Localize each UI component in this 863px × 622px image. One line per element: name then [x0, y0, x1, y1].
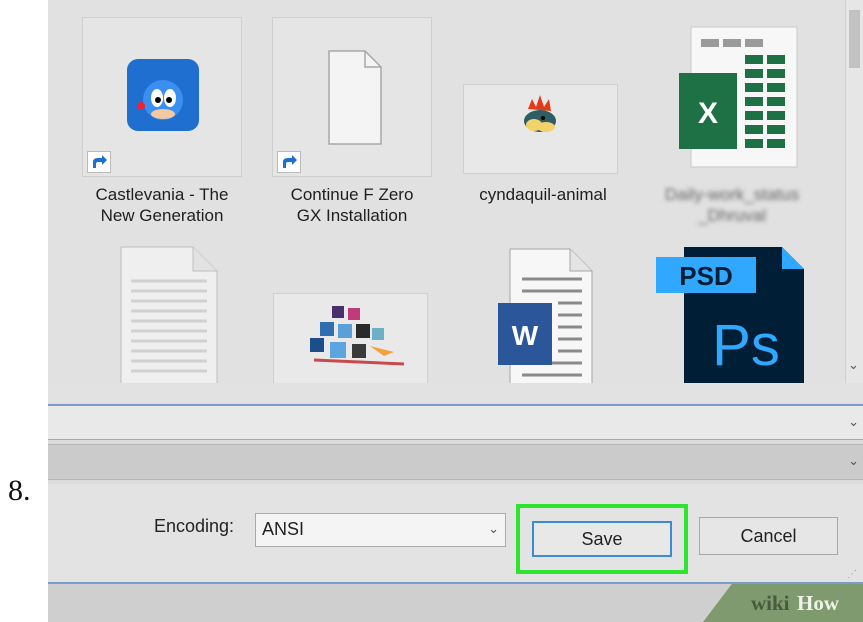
file-name-field[interactable]: ⌄ — [48, 404, 863, 440]
file-label-daily-work-status: Daily-work_status _Dhruval — [664, 185, 800, 225]
file-label-continue-f-zero: Continue F Zero GX Installation — [290, 185, 414, 225]
scroll-thumb[interactable] — [849, 10, 860, 68]
excel-file-icon: X — [679, 26, 798, 168]
pane-separator — [48, 383, 863, 403]
file-item-word-document[interactable]: W — [473, 246, 623, 383]
file-label-cyndaquil: cyndaquil-animal — [479, 185, 607, 204]
word-file-icon: W — [498, 248, 593, 383]
shortcut-arrow-icon — [87, 151, 111, 173]
file-item-daily-work-status[interactable]: X — [652, 20, 812, 175]
file-pane-scrollbar[interactable]: ⌄ — [845, 0, 863, 383]
svg-text:Ps: Ps — [712, 313, 780, 378]
chevron-down-icon[interactable]: ⌄ — [848, 453, 859, 469]
cyndaquil-image-thumbnail — [524, 95, 556, 132]
psd-file-icon: PSD Ps — [656, 247, 804, 383]
file-label-castlevania: Castlevania - The New Generation — [95, 185, 229, 225]
text-file-icon — [120, 246, 218, 383]
svg-text:X: X — [698, 97, 718, 130]
file-item-cubes-image[interactable] — [273, 293, 428, 383]
file-item-text-document[interactable] — [92, 240, 242, 383]
svg-text:PSD: PSD — [679, 261, 732, 291]
encoding-value: ANSI — [262, 519, 305, 539]
wikihow-watermark: wiki How — [703, 584, 863, 622]
footer-strip: wiki How — [48, 584, 863, 622]
chevron-down-icon[interactable]: ⌄ — [488, 521, 499, 537]
save-button-highlight: Save — [516, 504, 688, 574]
file-item-castlevania[interactable] — [82, 17, 242, 177]
save-as-type-field[interactable]: ⌄ — [48, 444, 863, 480]
encoding-label: Encoding: — [154, 516, 235, 536]
svg-text:W: W — [512, 320, 539, 351]
file-item-continue-f-zero[interactable] — [272, 17, 432, 177]
encoding-select[interactable]: ANSI ⌄ — [255, 513, 506, 547]
cancel-button[interactable]: Cancel — [699, 517, 838, 555]
watermark-how: How — [797, 591, 839, 615]
step-number: 8. — [8, 474, 31, 507]
scroll-down-icon[interactable]: ⌄ — [848, 357, 859, 373]
cubes-image-thumbnail — [310, 306, 405, 366]
dialog-action-bar: Encoding: ANSI ⌄ Save Cancel ⋰ — [48, 484, 863, 584]
save-button[interactable]: Save — [532, 521, 672, 557]
resize-grip-icon[interactable]: ⋰ — [847, 569, 857, 580]
watermark-wiki: wiki — [751, 591, 790, 615]
shortcut-arrow-icon — [277, 151, 301, 173]
save-dialog: Castlevania - The New Generation Continue… — [48, 0, 863, 622]
chevron-down-icon[interactable]: ⌄ — [848, 414, 859, 430]
file-item-cyndaquil[interactable] — [463, 84, 618, 174]
file-browser-pane: Castlevania - The New Generation Continue… — [48, 0, 845, 383]
file-item-psd[interactable]: PSD Ps — [655, 246, 805, 383]
